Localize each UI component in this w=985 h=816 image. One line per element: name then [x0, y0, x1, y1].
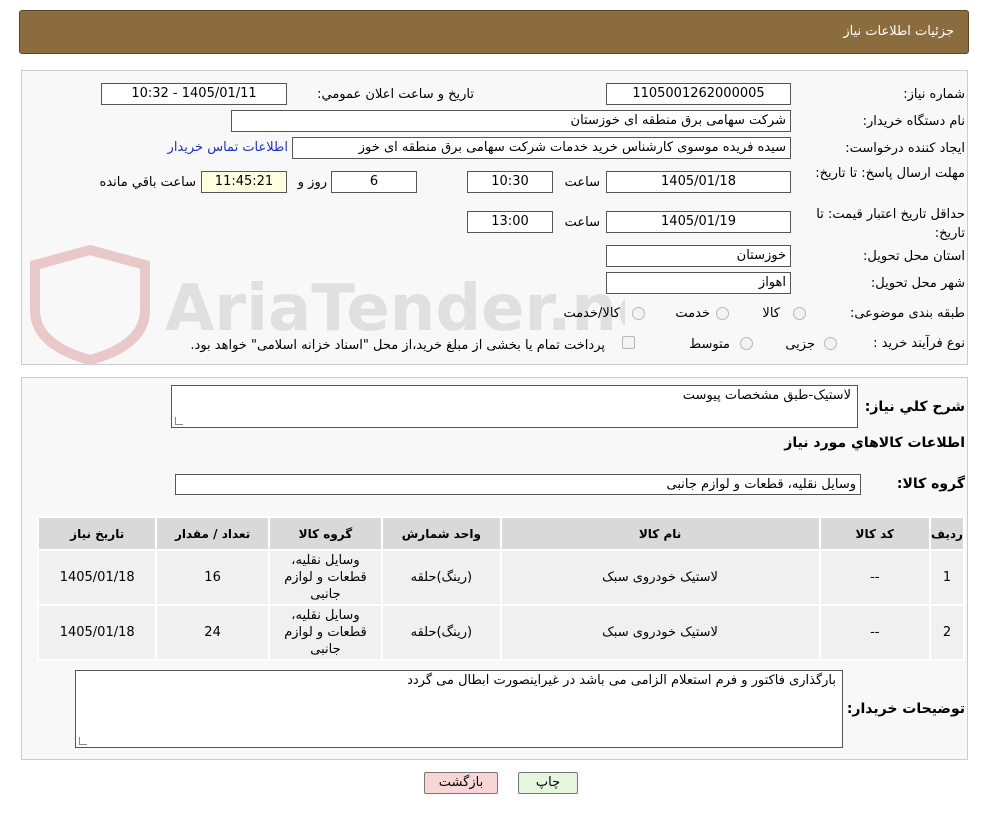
- deadline-label: مهلت ارسال پاسخ: تا تاريخ:: [815, 166, 965, 181]
- col-row: رديف: [928, 516, 966, 551]
- category-service-label: خدمت: [675, 306, 710, 321]
- process-medium-radio[interactable]: [740, 337, 753, 350]
- category-goods-service-radio[interactable]: [632, 307, 645, 320]
- cell-name: لاستیک خودروی سبک: [499, 549, 821, 606]
- cell-need-date: 1405/01/18: [36, 604, 158, 661]
- resize-handle-icon[interactable]: [175, 417, 183, 425]
- cell-code: --: [818, 604, 931, 661]
- page-header: جزئیات اطلاعات نیاز: [19, 10, 969, 54]
- validity-date-field: 1405/01/19: [606, 211, 791, 233]
- buyer-contact-link[interactable]: اطلاعات تماس خریدار: [168, 140, 288, 155]
- hours-left-label: ساعت باقي مانده: [99, 175, 196, 190]
- process-partial-radio[interactable]: [824, 337, 837, 350]
- deadline-date-field: 1405/01/18: [606, 171, 791, 193]
- cell-unit: (رینگ)حلقه: [381, 549, 502, 606]
- announce-datetime-label: تاریخ و ساعت اعلان عمومي:: [317, 87, 474, 102]
- validity-label: حداقل تاريخ اعتبار قيمت: تا تاريخ:: [816, 207, 965, 241]
- category-goods-service-label: کالا/خدمت: [563, 306, 620, 321]
- province-field: خوزستان: [606, 245, 791, 267]
- validity-hour-label: ساعت: [564, 215, 600, 230]
- cell-code: --: [818, 549, 931, 606]
- col-quantity: تعداد / مقدار: [155, 516, 270, 551]
- process-partial-label: جزیی: [785, 337, 815, 352]
- category-service-radio[interactable]: [716, 307, 729, 320]
- goods-group-field: وسایل نقلیه، قطعات و لوازم جانبی: [175, 474, 861, 495]
- col-need-date: تاريخ نياز: [36, 516, 158, 551]
- cell-quantity: 24: [155, 604, 270, 661]
- resize-handle-icon[interactable]: [79, 737, 87, 745]
- city-field: اهواز: [606, 272, 791, 294]
- cell-group: وسایل نقلیه، قطعات و لوازم جانبی: [267, 549, 384, 606]
- table-row: 1405/01/18 16 وسایل نقلیه، قطعات و لوازم…: [36, 549, 966, 606]
- general-desc-textarea[interactable]: لاستیک-طبق مشخصات پیوست: [171, 385, 858, 428]
- cell-name: لاستیک خودروی سبک: [499, 604, 821, 661]
- goods-info-heading: اطلاعات کالاهاي مورد نياز: [784, 435, 965, 451]
- col-group: گروه کالا: [267, 516, 384, 551]
- buyer-org-field: شرکت سهامی برق منطقه ای خوزستان: [231, 110, 791, 132]
- deadline-hour-label: ساعت: [564, 175, 600, 190]
- buyer-notes-label: توضيحات خريدار:: [846, 701, 965, 717]
- need-number-field: 1105001262000005: [606, 83, 791, 105]
- process-type-label: نوع فرآيند خريد :: [873, 336, 965, 351]
- city-label: شهر محل تحويل:: [870, 276, 965, 291]
- buyer-notes-textarea[interactable]: بارگذاری فاکتور و فرم استعلام الزامی می …: [75, 670, 843, 748]
- days-left-field: 6: [331, 171, 417, 193]
- deadline-time-field: 10:30: [467, 171, 553, 193]
- col-unit: واحد شمارش: [381, 516, 502, 551]
- category-goods-label: کالا: [762, 306, 780, 321]
- watermark-text: AriaTender.neT: [165, 272, 625, 346]
- cell-unit: (رینگ)حلقه: [381, 604, 502, 661]
- cell-row: 2: [928, 604, 966, 661]
- category-goods-radio[interactable]: [793, 307, 806, 320]
- print-button[interactable]: چاپ: [518, 772, 578, 794]
- requester-label: ايجاد کننده درخواست:: [845, 141, 965, 156]
- cell-group: وسایل نقلیه، قطعات و لوازم جانبی: [267, 604, 384, 661]
- page-title: جزئیات اطلاعات نیاز: [843, 24, 954, 39]
- treasury-note-checkbox[interactable]: [622, 336, 635, 349]
- buyer-notes-text: بارگذاری فاکتور و فرم استعلام الزامی می …: [407, 673, 836, 688]
- province-label: استان محل تحويل:: [863, 249, 965, 264]
- table-row: 1405/01/18 24 وسایل نقلیه، قطعات و لوازم…: [36, 604, 966, 661]
- table-header-row: تاريخ نياز تعداد / مقدار گروه کالا واحد …: [36, 516, 966, 551]
- goods-table: تاريخ نياز تعداد / مقدار گروه کالا واحد …: [36, 516, 966, 661]
- time-left-field: 11:45:21: [201, 171, 287, 193]
- buyer-org-label: نام دستگاه خريدار:: [862, 114, 965, 129]
- validity-time-field: 13:00: [467, 211, 553, 233]
- treasury-note-label: پرداخت تمام یا بخشی از مبلغ خرید،از محل …: [190, 338, 605, 353]
- process-medium-label: متوسط: [689, 337, 730, 352]
- requester-field: سیده فریده موسوی کارشناس خرید خدمات شرکت…: [292, 137, 791, 159]
- general-desc-text: لاستیک-طبق مشخصات پیوست: [682, 388, 851, 403]
- cell-need-date: 1405/01/18: [36, 549, 158, 606]
- goods-group-label: گروه کالا:: [896, 476, 965, 492]
- back-button[interactable]: بازگشت: [424, 772, 498, 794]
- col-name: نام کالا: [499, 516, 821, 551]
- need-number-label: شماره نیاز:: [903, 87, 965, 102]
- cell-row: 1: [928, 549, 966, 606]
- general-desc-label: شرح کلي نياز:: [864, 399, 965, 415]
- announce-datetime-field: 1405/01/11 - 10:32: [101, 83, 287, 105]
- cell-quantity: 16: [155, 549, 270, 606]
- day-and-label: روز و: [297, 175, 327, 190]
- col-code: کد کالا: [818, 516, 931, 551]
- category-label: طبقه بندی موضوعی:: [849, 306, 965, 321]
